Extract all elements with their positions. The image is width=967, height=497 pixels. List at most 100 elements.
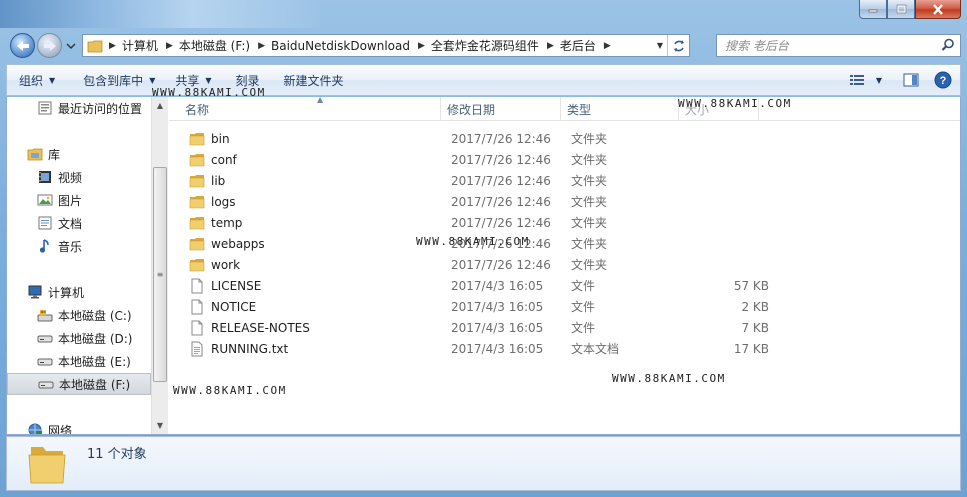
file-row[interactable]: logs 2017/7/26 12:46 文件夹 (179, 191, 799, 212)
nav-item-drive-d[interactable]: 本地磁盘 (D:) (7, 327, 151, 349)
breadcrumb-baidunetdisk[interactable]: BaiduNetdiskDownload ▶ (271, 35, 431, 56)
column-header-name[interactable]: 名称 ▲ (179, 95, 441, 121)
nav-item-video[interactable]: 视频 (7, 166, 151, 188)
file-date: 2017/4/3 16:05 (451, 320, 544, 335)
view-dropdown[interactable]: ▼ (872, 68, 886, 92)
file-row[interactable]: lib 2017/7/26 12:46 文件夹 (179, 170, 799, 191)
file-row[interactable]: conf 2017/7/26 12:46 文件夹 (179, 149, 799, 170)
minimize-button[interactable] (859, 0, 887, 19)
chevron-down-icon: ▼ (205, 75, 212, 85)
file-name: temp (189, 212, 242, 233)
column-header-type[interactable]: 类型 (561, 97, 679, 121)
music-icon (37, 238, 53, 254)
breadcrumb-source-bundle[interactable]: 全套炸金花源码组件 ▶ (431, 35, 560, 56)
breadcrumb-label: 本地磁盘 (F:) (178, 39, 251, 53)
file-row[interactable]: work 2017/7/26 12:46 文件夹 (179, 254, 799, 275)
nav-label: 本地磁盘 (E:) (58, 354, 131, 369)
file-type: 文件 (571, 279, 596, 293)
drive-icon (38, 376, 54, 392)
details-pane: 11 个对象 (6, 436, 961, 491)
sort-ascending-icon: ▲ (317, 95, 324, 104)
maximize-button[interactable] (887, 0, 915, 19)
file-date: 2017/7/26 12:46 (451, 152, 551, 167)
command-bar: 组织 ▼ 包含到库中 ▼ 共享 ▼ 刻录 新建文件夹 ▼ ? (6, 64, 961, 96)
nav-item-libraries[interactable]: 库 (7, 143, 151, 165)
file-size (689, 254, 769, 275)
organize-menu[interactable]: 组织 ▼ (7, 65, 63, 95)
forward-button[interactable] (37, 33, 62, 58)
file-row[interactable]: LICENSE 2017/4/3 16:05 文件 57 KB (179, 275, 799, 296)
chevron-down-icon: ▼ (156, 421, 164, 430)
preview-pane-icon (903, 73, 919, 87)
scroll-down-button[interactable]: ▼ (152, 417, 168, 434)
preview-pane-button[interactable] (898, 68, 924, 92)
nav-item-documents[interactable]: 文档 (7, 212, 151, 234)
pictures-icon (37, 192, 53, 208)
nav-item-network[interactable]: 网络 (7, 419, 151, 434)
nav-item-drive-c[interactable]: 本地磁盘 (C:) (7, 304, 151, 326)
include-library-label: 包含到库中 (83, 73, 144, 88)
search-input[interactable]: 搜索 老后台 (716, 34, 961, 57)
file-name-text: LICENSE (211, 278, 262, 293)
help-button[interactable]: ? (930, 68, 956, 92)
organize-label: 组织 (19, 73, 44, 88)
close-button[interactable] (915, 0, 961, 19)
column-label: 类型 (567, 102, 592, 117)
file-list: 名称 ▲ 修改日期 类型 大小 bin 2017/7/26 12:46 文件夹 conf… (169, 95, 960, 434)
nav-item-computer[interactable]: 计算机 (7, 281, 151, 303)
folder-icon (87, 40, 103, 52)
new-folder-button[interactable]: 新建文件夹 (268, 65, 352, 95)
chevron-down-icon: ▼ (656, 41, 664, 50)
address-row: ▶ 计算机 ▶ 本地磁盘 (F:) ▶ BaiduNetdiskDownload ▶ … (6, 30, 961, 60)
video-icon (37, 169, 53, 185)
nav-item-drive-f[interactable]: 本地磁盘 (F:) (7, 373, 151, 395)
view-options-button[interactable] (844, 68, 870, 92)
file-name: logs (189, 191, 236, 212)
recent-pages-button[interactable] (66, 40, 76, 50)
nav-item-pictures[interactable]: 图片 (7, 189, 151, 211)
breadcrumb-drive-f[interactable]: 本地磁盘 (F:) ▶ (179, 35, 271, 56)
column-label: 修改日期 (447, 102, 496, 117)
breadcrumb-current-folder[interactable]: 老后台 ▶ (560, 35, 617, 56)
watermark: WWW.88KAMI.COM (612, 372, 726, 385)
system-drive-icon (37, 307, 53, 323)
chevron-down-icon: ▼ (149, 75, 156, 85)
file-name: RELEASE-NOTES (189, 317, 310, 338)
column-label: 名称 (185, 102, 210, 117)
file-row[interactable]: RUNNING.txt 2017/4/3 16:05 文本文档 17 KB (179, 338, 799, 359)
file-size (689, 212, 769, 233)
file-date: 2017/7/26 12:46 (451, 257, 551, 272)
file-row[interactable]: RELEASE-NOTES 2017/4/3 16:05 文件 7 KB (179, 317, 799, 338)
scroll-up-button[interactable]: ▲ (152, 97, 168, 114)
file-row[interactable]: bin 2017/7/26 12:46 文件夹 (179, 128, 799, 149)
text-file-icon (189, 341, 205, 357)
file-row[interactable]: NOTICE 2017/4/3 16:05 文件 2 KB (179, 296, 799, 317)
nav-label: 音乐 (58, 239, 83, 254)
nav-pane-scrollbar[interactable]: ▲ ≡ ▼ (151, 97, 168, 434)
close-icon (933, 3, 943, 15)
refresh-button[interactable] (667, 35, 689, 56)
file-row[interactable]: temp 2017/7/26 12:46 文件夹 (179, 212, 799, 233)
nav-label: 库 (48, 147, 61, 162)
column-header-modified[interactable]: 修改日期 (441, 97, 561, 121)
address-history-dropdown[interactable]: ▼ (653, 35, 667, 56)
file-date: 2017/4/3 16:05 (451, 278, 544, 293)
file-name-text: bin (211, 131, 230, 146)
nav-item-drive-e[interactable]: 本地磁盘 (E:) (7, 350, 151, 372)
scroll-thumb[interactable]: ≡ (153, 167, 167, 382)
back-button[interactable] (10, 33, 35, 58)
nav-item-recent-places[interactable]: 最近访问的位置 (7, 97, 151, 119)
nav-item-music[interactable]: 音乐 (7, 235, 151, 257)
file-icon (189, 299, 205, 315)
watermark: WWW.88KAMI.COM (152, 86, 266, 99)
file-size (689, 191, 769, 212)
search-placeholder: 搜索 老后台 (725, 39, 789, 53)
include-in-library-menu[interactable]: 包含到库中 ▼ (71, 65, 163, 95)
chevron-down-icon: ▼ (49, 75, 56, 85)
breadcrumb-separator[interactable]: ▶ (107, 35, 122, 56)
file-name: RUNNING.txt (189, 338, 288, 359)
folder-icon (189, 194, 205, 210)
breadcrumb-computer[interactable]: 计算机 ▶ (122, 35, 179, 56)
address-bar[interactable]: ▶ 计算机 ▶ 本地磁盘 (F:) ▶ BaiduNetdiskDownload ▶ … (82, 34, 690, 57)
file-date: 2017/7/26 12:46 (451, 194, 551, 209)
